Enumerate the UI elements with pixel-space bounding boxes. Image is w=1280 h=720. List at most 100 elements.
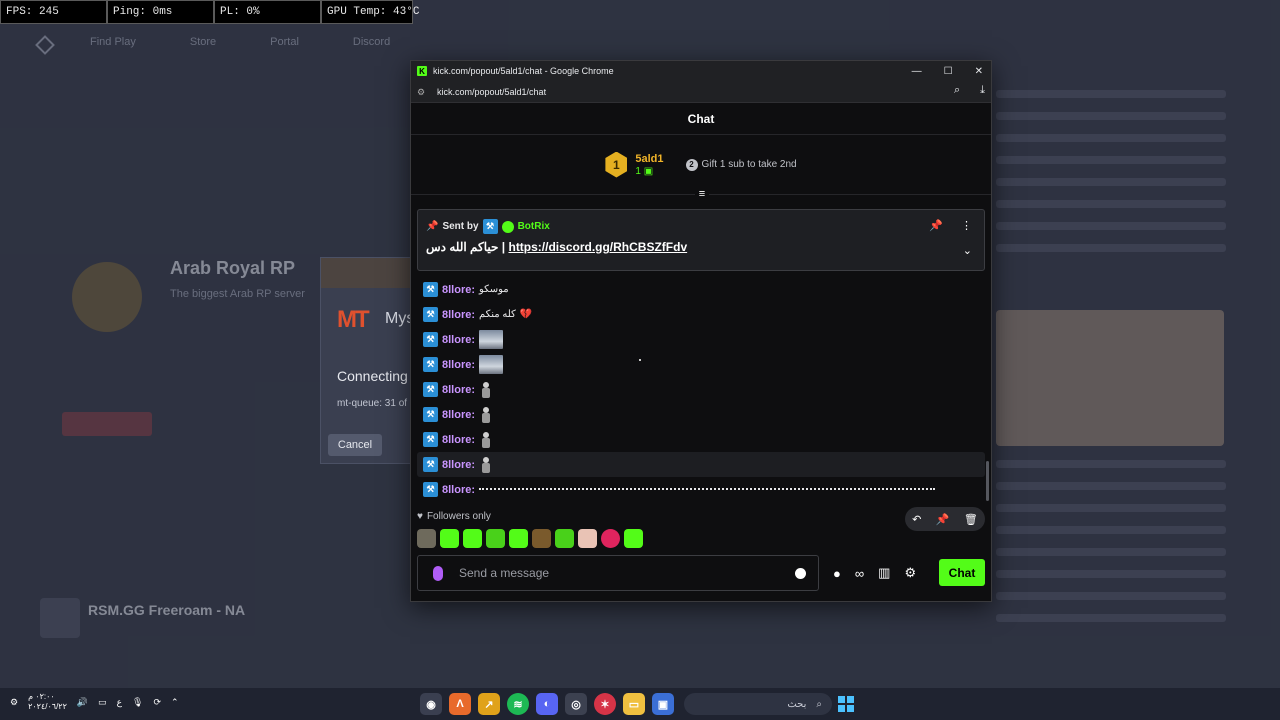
emote-button[interactable] — [463, 529, 482, 548]
gift-prompt[interactable]: 2 Gift 1 sub to take 2nd — [685, 158, 797, 171]
chat-message[interactable]: ⚒ 8llore: كله منكم 💔 — [417, 302, 985, 327]
nav-item[interactable]: Portal — [270, 36, 299, 48]
file-explorer-icon[interactable]: ▭ — [623, 693, 645, 715]
leader-username[interactable]: 5ald1 — [635, 153, 663, 166]
tray-app-icon[interactable]: ◉ — [420, 693, 442, 715]
site-info-icon[interactable]: ⚙ — [417, 87, 427, 97]
emote-button[interactable] — [440, 529, 459, 548]
delete-icon[interactable]: 🗑 — [964, 513, 978, 526]
chat-message-hovered[interactable]: ⚒ 8llore: — [417, 452, 985, 477]
chat-message[interactable]: ⚒ 8llore: — [417, 327, 985, 352]
message-username[interactable]: 8llore: — [442, 459, 475, 471]
emote-button[interactable] — [417, 529, 436, 548]
leader-gift-count: 1 — [635, 165, 641, 177]
spotify-icon[interactable]: ≋ — [507, 693, 529, 715]
network-icon[interactable]: ▭ — [98, 697, 107, 708]
more-options-icon[interactable]: ⋮ — [961, 219, 972, 232]
news-thumbnail[interactable] — [996, 310, 1224, 446]
chat-message[interactable]: ⚒ 8llore: — [417, 477, 985, 502]
time-text[interactable]: ٠٢:٠٠ م — [28, 692, 67, 702]
address-bar[interactable]: ⚙ kick.com/popout/5ald1/chat ⌕ ⤓ — [411, 81, 991, 103]
emote-button[interactable] — [486, 529, 505, 548]
message-input[interactable]: Send a message — [417, 555, 819, 591]
expand-chevron-icon[interactable]: ⌄ — [963, 244, 972, 257]
kick-points-icon[interactable]: ● — [833, 566, 841, 581]
news-panel — [996, 90, 1226, 266]
store-icon[interactable]: ▥ — [878, 565, 890, 581]
send-chat-button[interactable]: Chat — [939, 559, 985, 586]
app-icon[interactable]: Λ — [449, 693, 471, 715]
pinned-username[interactable]: BotRix — [518, 221, 550, 232]
language-indicator[interactable]: ع — [117, 697, 122, 708]
emote-button[interactable] — [578, 529, 597, 548]
emote-bar — [417, 529, 643, 548]
message-username[interactable]: 8llore: — [442, 309, 475, 321]
chat-message[interactable]: ⚒ 8llore: — [417, 377, 985, 402]
message-username[interactable]: 8llore: — [442, 334, 475, 346]
chat-scrollbar[interactable] — [986, 461, 989, 501]
chat-message[interactable]: ⚒ 8llore: — [417, 427, 985, 452]
arrow-spam-text — [479, 487, 936, 494]
window-titlebar[interactable]: K kick.com/popout/5ald1/chat - Google Ch… — [411, 61, 991, 81]
emote-button[interactable] — [624, 529, 643, 548]
message-username[interactable]: 8llore: — [442, 484, 475, 496]
microphone-icon[interactable] — [433, 565, 443, 581]
download-icon[interactable]: ⤓ — [980, 84, 985, 97]
reply-icon[interactable]: ↶ — [912, 513, 921, 526]
message-username[interactable]: 8llore: — [442, 284, 475, 296]
microphone-tray-icon[interactable]: 🎙 — [132, 697, 143, 708]
emote-button[interactable] — [555, 529, 574, 548]
moderator-badge-icon: ⚒ — [423, 457, 438, 472]
chrome-icon[interactable]: ◎ — [565, 693, 587, 715]
settings-icon[interactable]: ⚙ — [904, 565, 916, 581]
chat-input-row: Send a message ● ∞ ▥ ⚙ Chat — [417, 555, 985, 593]
settings-tray-icon[interactable]: ⚙ — [10, 697, 18, 708]
search-placeholder: بحث — [787, 698, 807, 710]
chevron-up-icon[interactable]: ⌃ — [171, 697, 179, 708]
start-button-icon[interactable] — [838, 696, 854, 712]
close-icon[interactable]: ✕ — [975, 66, 983, 77]
kick-favicon-icon: K — [417, 66, 427, 76]
filter-icon[interactable]: ≡ — [695, 188, 709, 202]
date-text[interactable]: ٢٠٢٤/٠٦/٢٢ — [28, 702, 67, 712]
emoji-picker-icon[interactable] — [795, 567, 806, 579]
dancing-figure-emote-icon — [479, 431, 493, 449]
broken-heart-emoji-icon: 💔 — [519, 309, 533, 320]
message-username[interactable]: 8llore: — [442, 384, 475, 396]
discord-link[interactable]: https://discord.gg/RhCBSZfFdv — [508, 240, 687, 254]
connecting-text: Connecting — [337, 368, 408, 384]
cancel-button[interactable]: Cancel — [328, 434, 382, 456]
app-icon[interactable]: ▣ — [652, 693, 674, 715]
infinity-icon[interactable]: ∞ — [855, 566, 864, 581]
app-icon[interactable]: ✶ — [594, 693, 616, 715]
chat-message[interactable]: ⚒ 8llore: — [417, 352, 985, 377]
discord-icon[interactable]: ◐ — [536, 693, 558, 715]
minimize-icon[interactable]: — — [912, 66, 922, 77]
pin-message-icon[interactable]: 📌 — [936, 513, 950, 526]
taskbar-search[interactable]: بحث ⌕ — [684, 693, 832, 715]
chat-message[interactable]: ⚒ 8llore: — [417, 402, 985, 427]
message-username[interactable]: 8llore: — [442, 359, 475, 371]
pin-icon: 📌 — [426, 221, 439, 232]
message-username[interactable]: 8llore: — [442, 409, 475, 421]
volume-icon[interactable]: 🔊 — [77, 697, 88, 708]
fps-readout: FPS: 245 — [0, 0, 107, 24]
sync-icon[interactable]: ⟳ — [153, 697, 161, 708]
play-button[interactable] — [62, 412, 152, 436]
window-title: kick.com/popout/5ald1/chat - Google Chro… — [433, 66, 614, 76]
pinned-message: 📌 Sent by ⚒ BotRix حياكم الله دس | https… — [417, 209, 985, 271]
zoom-icon[interactable]: ⌕ — [954, 84, 960, 97]
nav-item[interactable]: Find Play — [90, 36, 136, 48]
emote-button[interactable] — [509, 529, 528, 548]
message-placeholder[interactable]: Send a message — [459, 566, 795, 580]
emote-button[interactable] — [532, 529, 551, 548]
emote-button[interactable] — [601, 529, 620, 548]
app-icon[interactable]: ↗ — [478, 693, 500, 715]
unpin-icon[interactable]: 📌 — [929, 219, 943, 232]
message-username[interactable]: 8llore: — [442, 434, 475, 446]
maximize-icon[interactable]: ☐ — [944, 66, 953, 77]
url-text[interactable]: kick.com/popout/5ald1/chat — [437, 87, 546, 97]
nav-item[interactable]: Store — [190, 36, 216, 48]
nav-item[interactable]: Discord — [353, 36, 390, 48]
chat-message[interactable]: ⚒ 8llore: موسكو — [417, 277, 985, 302]
